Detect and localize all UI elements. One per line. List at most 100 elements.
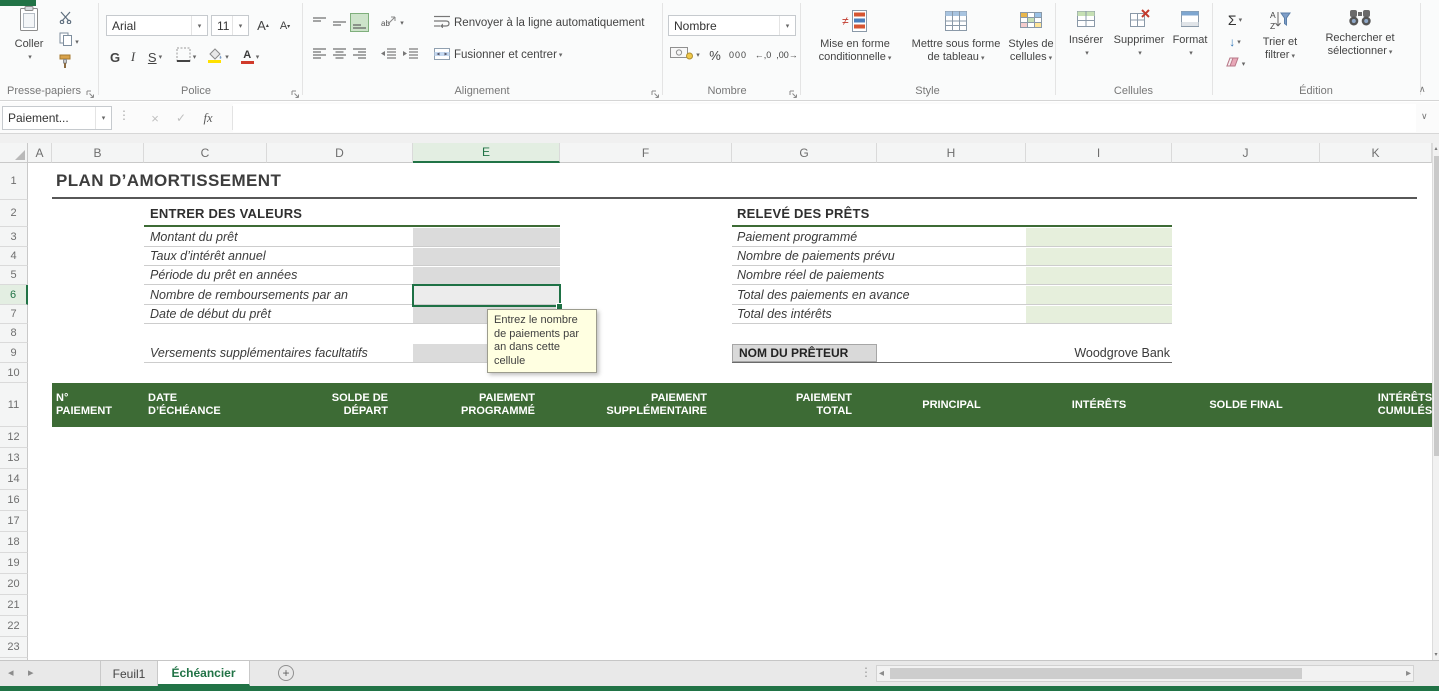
fill-button[interactable]: ↓ ▾ xyxy=(1220,33,1250,51)
name-box-splitter[interactable]: ⋮ xyxy=(118,108,130,122)
horizontal-scrollbar-thumb[interactable] xyxy=(890,668,1302,679)
merge-center-button[interactable]: Fusionner et centrer ▾ xyxy=(434,45,562,65)
row-header-23[interactable]: 23 xyxy=(0,637,28,658)
delete-cells-button[interactable]: Supprimer ▾ xyxy=(1112,8,1166,60)
lender-name-value-cell[interactable]: Woodgrove Bank xyxy=(1000,344,1170,362)
row-header-2[interactable]: 2 xyxy=(0,200,28,227)
align-middle-button[interactable] xyxy=(330,13,349,32)
name-box[interactable]: Paiement... ▾ xyxy=(2,106,112,130)
enter-icon[interactable]: ✓ xyxy=(170,107,192,129)
font-dialog-launcher[interactable] xyxy=(291,86,301,98)
collapse-ribbon-button[interactable]: ∧ xyxy=(1419,84,1426,95)
cell-styles-button[interactable]: Styles de cellules ▾ xyxy=(1008,8,1054,65)
row-header-17[interactable]: 17 xyxy=(0,511,28,532)
column-header-I[interactable]: I xyxy=(1026,143,1172,163)
formula-input[interactable] xyxy=(233,104,1416,132)
align-bottom-button[interactable] xyxy=(350,13,369,32)
align-left-button[interactable] xyxy=(310,44,329,63)
sort-filter-button[interactable]: AZ Trier et filtrer ▾ xyxy=(1254,8,1306,63)
orientation-button[interactable]: ab ▾ xyxy=(376,13,408,32)
increase-indent-button[interactable] xyxy=(400,44,420,63)
column-header-C[interactable]: C xyxy=(144,143,267,163)
wrap-text-button[interactable]: Renvoyer à la ligne automatiquement xyxy=(434,13,645,33)
borders-button[interactable]: ▾ xyxy=(172,47,200,67)
decrease-font-size-button[interactable]: A ▾ xyxy=(275,17,295,35)
loan-summary-header[interactable]: RELEVÉ DES PRÊTS xyxy=(737,206,870,221)
row-header-14[interactable]: 14 xyxy=(0,469,28,490)
column-header-D[interactable]: D xyxy=(267,143,413,163)
row-header-12[interactable]: 12 xyxy=(0,427,28,448)
table-header-cell[interactable]: SOLDE FINAL xyxy=(1172,383,1320,427)
number-dialog-launcher[interactable] xyxy=(789,86,799,98)
lender-name-label-cell[interactable]: NOM DU PRÊTEUR xyxy=(732,344,877,362)
decrease-indent-button[interactable] xyxy=(378,44,398,63)
tab-echeancier-active[interactable]: Échéancier xyxy=(158,661,250,686)
font-size-select[interactable]: 11 ▾ xyxy=(211,15,249,36)
format-as-table-button[interactable]: Mettre sous forme de tableau ▾ xyxy=(906,8,1006,65)
summary-value-cell[interactable] xyxy=(1026,248,1172,265)
horizontal-scrollbar[interactable]: ◂ ▸ xyxy=(876,665,1414,682)
summary-label-cell[interactable]: Paiement programmé xyxy=(737,227,857,247)
summary-value-cell[interactable] xyxy=(1026,286,1172,304)
cancel-icon[interactable]: × xyxy=(144,107,166,129)
align-center-button[interactable] xyxy=(330,44,349,63)
expand-formula-bar-icon[interactable]: ∨ xyxy=(1421,111,1428,122)
table-header-cell[interactable]: PAIEMENT SUPPLÉMENTAIRE xyxy=(560,383,732,427)
increase-font-size-button[interactable]: A ▴ xyxy=(253,15,273,35)
row-header-8[interactable]: 8 xyxy=(0,324,28,343)
row-header-1[interactable]: 1 xyxy=(0,163,28,200)
row-header-20[interactable]: 20 xyxy=(0,574,28,595)
copy-button[interactable]: ▾ xyxy=(54,32,84,51)
row-header-5[interactable]: 5 xyxy=(0,266,28,285)
table-header-cell[interactable]: N° PAIEMENT xyxy=(52,383,144,427)
row-header-7[interactable]: 7 xyxy=(0,305,28,324)
input-label-cell[interactable]: Date de début du prêt xyxy=(150,305,271,324)
format-painter-button[interactable] xyxy=(54,54,76,73)
alignment-dialog-launcher[interactable] xyxy=(651,86,661,98)
summary-label-cell[interactable]: Nombre réel de paiements xyxy=(737,266,884,285)
row-header-11[interactable]: 11 xyxy=(0,383,28,427)
input-label-cell[interactable]: Période du prêt en années xyxy=(150,266,297,285)
row-header-3[interactable]: 3 xyxy=(0,227,28,247)
format-cells-button[interactable]: Format ▾ xyxy=(1170,8,1210,60)
summary-label-cell[interactable]: Total des intérêts xyxy=(737,305,832,324)
font-color-button[interactable]: A ▾ xyxy=(236,47,264,67)
number-format-select[interactable]: Nombre ▾ xyxy=(668,15,796,36)
tab-scroll-left-icon[interactable]: ◂ xyxy=(8,666,14,679)
column-header-H[interactable]: H xyxy=(877,143,1026,163)
row-header-9[interactable]: 9 xyxy=(0,343,28,363)
input-label-cell[interactable]: Nombre de remboursements par an xyxy=(150,285,348,305)
input-value-cell[interactable] xyxy=(413,248,560,265)
column-header-A[interactable]: A xyxy=(28,143,52,163)
vertical-scrollbar-thumb[interactable] xyxy=(1434,156,1439,456)
fill-color-button[interactable]: ▾ xyxy=(204,47,232,67)
font-name-select[interactable]: Arial ▾ xyxy=(106,15,208,36)
row-header-6[interactable]: 6 xyxy=(0,285,28,305)
column-header-E[interactable]: E xyxy=(413,143,560,163)
row-header-16[interactable]: 16 xyxy=(0,490,28,511)
optional-payments-label-cell[interactable]: Versements supplémentaires facultatifs xyxy=(150,343,368,363)
row-header-13[interactable]: 13 xyxy=(0,448,28,469)
row-header-18[interactable]: 18 xyxy=(0,532,28,553)
table-header-cell[interactable]: SOLDE DE DÉPART xyxy=(267,383,413,427)
comma-style-button[interactable]: 000 xyxy=(726,45,750,65)
column-header-G[interactable]: G xyxy=(732,143,877,163)
page-title[interactable]: PLAN D’AMORTISSEMENT xyxy=(56,171,281,191)
tabbar-splitter[interactable]: ⋮ xyxy=(860,665,872,679)
align-top-button[interactable] xyxy=(310,13,329,32)
select-all-corner[interactable] xyxy=(0,143,28,163)
table-header-cell[interactable]: PAIEMENT TOTAL xyxy=(732,383,877,427)
insert-cells-button[interactable]: Insérer ▾ xyxy=(1062,8,1110,60)
input-value-cell[interactable] xyxy=(413,267,560,284)
input-label-cell[interactable]: Montant du prêt xyxy=(150,227,238,247)
summary-value-cell[interactable] xyxy=(1026,267,1172,284)
autosum-button[interactable]: Σ ▾ xyxy=(1220,11,1250,29)
summary-label-cell[interactable]: Total des paiements en avance xyxy=(737,285,910,305)
scroll-right-icon[interactable]: ▸ xyxy=(1406,668,1411,679)
align-right-button[interactable] xyxy=(350,44,369,63)
summary-label-cell[interactable]: Nombre de paiements prévu xyxy=(737,247,895,266)
scroll-down-icon[interactable]: ▾ xyxy=(1433,651,1439,658)
row-header-10[interactable]: 10 xyxy=(0,363,28,383)
selected-cell-border[interactable] xyxy=(412,284,561,307)
clipboard-dialog-launcher[interactable] xyxy=(86,86,96,98)
